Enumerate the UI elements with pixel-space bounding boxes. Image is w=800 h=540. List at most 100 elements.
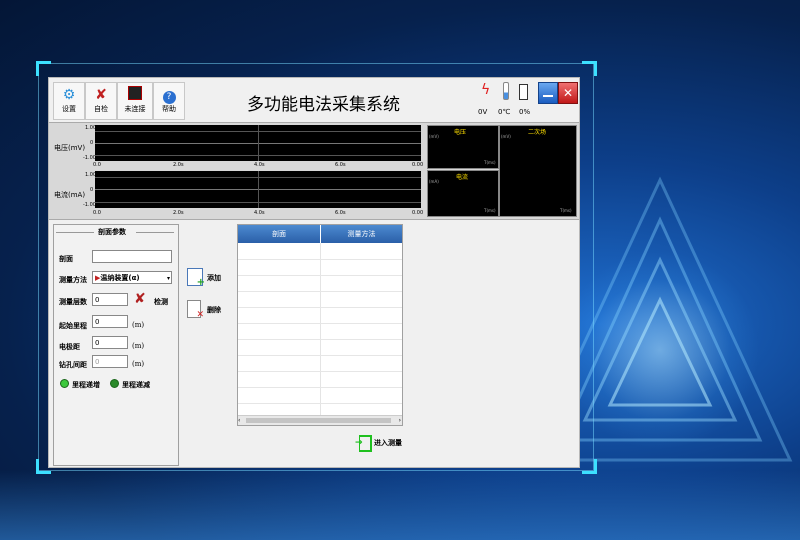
add-button[interactable]: 添加	[207, 273, 221, 283]
y-tick: 0	[90, 187, 94, 193]
x-tick: 0.0	[93, 210, 101, 216]
current-plot	[95, 171, 421, 208]
mini-axis-label: (mA)	[429, 179, 439, 184]
mini-voltage-plot: 电压 (mV) T(ms)	[427, 125, 499, 169]
hole-label: 钻孔间距	[59, 360, 87, 369]
frame-corner	[582, 459, 597, 474]
start-label: 起始里程	[59, 321, 87, 330]
voltage-chart-label: 电压(mV)	[54, 144, 86, 152]
connection-button[interactable]: 未连接	[117, 82, 153, 120]
x-tick: 0.00	[412, 162, 424, 168]
battery-status: 0%	[519, 108, 531, 116]
hole-input[interactable]: 0	[92, 355, 128, 368]
temperature-status: 0℃	[498, 108, 511, 116]
chevron-right-icon[interactable]: ›	[399, 416, 401, 425]
scrollbar-thumb[interactable]	[246, 418, 391, 423]
battery-icon	[519, 84, 528, 100]
close-icon: ✕	[562, 86, 574, 100]
table-row[interactable]	[238, 371, 402, 388]
help-icon: ?	[154, 86, 184, 104]
self-check-button[interactable]: ✘ 自检	[85, 82, 117, 120]
divider	[56, 232, 94, 233]
enter-icon[interactable]: →	[355, 435, 372, 452]
divider	[136, 232, 174, 233]
radio-decrement-label: 里程递减	[122, 380, 150, 389]
start-input[interactable]: 0	[92, 315, 128, 328]
profile-label: 剖面	[59, 254, 73, 263]
minimize-button[interactable]	[538, 82, 558, 104]
settings-button[interactable]: ⚙ 设置	[53, 82, 85, 120]
background-floor	[0, 470, 800, 540]
profile-params-panel: 剖面参数 剖面 测量方法 ▶温纳装置(α) ▾ 测量层数 0 ✘ 检测 起始里程…	[53, 224, 179, 466]
mini-voltage-label: 电压	[454, 129, 467, 136]
table-header-profile[interactable]: 剖面	[238, 225, 320, 243]
profile-table: 剖面 测量方法 ‹ ›	[237, 224, 403, 426]
spacing-unit: (m)	[132, 342, 145, 350]
mini-current-plot: 电流 (mA) T(ms)	[427, 170, 499, 217]
x-tick: 2.0s	[173, 210, 184, 216]
x-tick: 2.0s	[173, 162, 184, 168]
lightning-icon: ϟ	[481, 82, 491, 98]
gear-icon: ⚙	[62, 87, 76, 103]
table-row[interactable]	[238, 243, 402, 260]
spacing-label: 电极距	[59, 342, 80, 351]
delete-button[interactable]: 删除	[207, 305, 221, 315]
self-check-label: 自检	[94, 105, 108, 113]
radio-increment[interactable]	[60, 379, 69, 388]
mini-secondary-field-plot: 二次场 (mV) T(ms)	[499, 125, 577, 217]
radio-increment-label: 里程递增	[72, 380, 100, 389]
layers-input[interactable]: 0	[92, 293, 128, 306]
table-row[interactable]	[238, 339, 402, 356]
table-row[interactable]	[238, 387, 402, 404]
table-header-method[interactable]: 测量方法	[321, 225, 402, 243]
help-label: 帮助	[162, 105, 176, 113]
table-row[interactable]	[238, 259, 402, 276]
chevron-left-icon[interactable]: ‹	[238, 416, 240, 425]
horizontal-scrollbar[interactable]: ‹ ›	[238, 415, 402, 425]
mini-axis-label: T(ms)	[560, 208, 572, 213]
table-row[interactable]	[238, 275, 402, 292]
method-select[interactable]: ▶温纳装置(α) ▾	[92, 271, 172, 284]
mini-current-label: 电流	[456, 174, 469, 181]
frame-corner	[36, 61, 51, 76]
help-button[interactable]: ? 帮助	[153, 82, 185, 120]
x-tick: 0.00	[412, 210, 424, 216]
enter-measurement-button[interactable]: 进入测量	[374, 438, 402, 448]
app-title: 多功能电法采集系统	[247, 95, 400, 115]
table-row[interactable]	[238, 355, 402, 372]
close-button[interactable]: ✕	[558, 82, 578, 104]
device-icon	[118, 86, 152, 104]
voltage-status: 0V	[478, 108, 488, 116]
current-chart-label: 电流(mA)	[54, 191, 86, 199]
delete-icon[interactable]: ✕	[187, 300, 204, 320]
check-tools-icon[interactable]: ✘	[134, 291, 146, 307]
method-label: 测量方法	[59, 275, 87, 284]
method-value: 温纳装置(α)	[100, 274, 140, 282]
y-tick: 0	[90, 140, 94, 146]
mini-axis-label: (mV)	[429, 134, 439, 139]
table-row[interactable]	[238, 307, 402, 324]
table-row[interactable]	[238, 291, 402, 308]
tools-icon: ✘	[95, 87, 107, 103]
start-unit: (m)	[132, 321, 145, 329]
chevron-down-icon: ▾	[166, 275, 170, 282]
add-icon[interactable]: +	[187, 268, 205, 288]
spacing-input[interactable]: 0	[92, 336, 128, 349]
panel-title: 剖面参数	[98, 227, 126, 236]
profile-input[interactable]	[92, 250, 172, 263]
connection-label: 未连接	[124, 105, 146, 113]
check-label[interactable]: 检测	[154, 297, 168, 307]
minimize-icon	[543, 95, 553, 97]
mini-axis-label: (mV)	[501, 134, 511, 139]
settings-label: 设置	[62, 105, 76, 113]
chart-area: 电压(mV) 电流(mA) 1.00 0 -1.00 0.0 2.0s 4.0s…	[49, 122, 579, 220]
mini-axis-label: T(ms)	[484, 208, 496, 213]
radio-decrement[interactable]	[110, 379, 119, 388]
mini-secondary-field-label: 二次场	[528, 129, 547, 136]
table-row[interactable]	[238, 323, 402, 340]
thermometer-icon	[503, 82, 509, 100]
mini-axis-label: T(ms)	[484, 160, 496, 165]
y-tick: -1.00	[83, 202, 96, 208]
x-tick: 4.0s	[254, 210, 265, 216]
x-tick: 0.0	[93, 162, 101, 168]
